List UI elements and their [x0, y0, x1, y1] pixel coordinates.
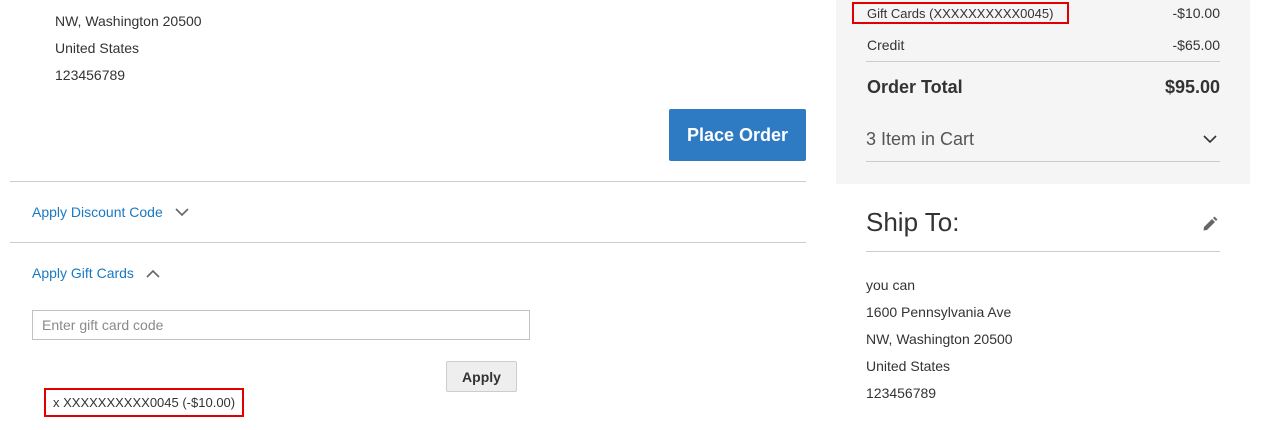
- summary-credit-value: -$65.00: [1172, 37, 1220, 53]
- ship-to-address-line: 1600 Pennsylvania Ave: [866, 304, 1012, 320]
- divider: [866, 251, 1220, 252]
- apply-gift-cards-label: Apply Gift Cards: [32, 265, 134, 281]
- ship-to-title: Ship To:: [866, 207, 960, 237]
- chevron-up-icon: [146, 269, 160, 278]
- apply-discount-code-label: Apply Discount Code: [32, 204, 163, 220]
- summary-gift-cards-label: Gift Cards (XXXXXXXXXX0045): [867, 5, 1054, 21]
- divider: [866, 161, 1220, 162]
- billing-address-line: NW, Washington 20500: [55, 13, 202, 29]
- edit-pencil-icon[interactable]: [1201, 215, 1219, 233]
- items-in-cart-toggle[interactable]: 3 Item in Cart: [866, 126, 1220, 152]
- ship-to-address-line: NW, Washington 20500: [866, 331, 1013, 347]
- applied-gift-card: x XXXXXXXXXX0045 (-$10.00): [44, 388, 244, 417]
- chevron-down-icon: [1203, 134, 1217, 143]
- ship-to-address-line: United States: [866, 358, 951, 374]
- chevron-down-icon: [175, 207, 189, 216]
- apply-gift-cards-toggle[interactable]: Apply Gift Cards: [32, 263, 160, 283]
- place-order-button[interactable]: Place Order: [669, 109, 806, 161]
- summary-credit-label: Credit: [867, 37, 905, 53]
- gift-card-code-input[interactable]: [32, 310, 530, 340]
- divider: [866, 61, 1220, 62]
- summary-gift-cards-highlight: Gift Cards (XXXXXXXXXX0045): [852, 2, 1069, 24]
- ship-to-address-line: you can: [866, 277, 916, 293]
- divider: [10, 242, 806, 243]
- ship-to-address-line: 123456789: [866, 385, 937, 401]
- billing-address-line: 123456789: [55, 67, 126, 83]
- divider: [10, 181, 806, 182]
- billing-address-line: United States: [55, 40, 140, 56]
- order-total-label: Order Total: [867, 77, 963, 97]
- applied-gift-card-text: x XXXXXXXXXX0045 (-$10.00): [53, 395, 236, 410]
- order-total-value: $95.00: [1164, 77, 1220, 97]
- apply-discount-code-toggle[interactable]: Apply Discount Code: [32, 202, 189, 222]
- items-in-cart-label: 3 Item in Cart: [866, 128, 975, 149]
- apply-gift-card-button[interactable]: Apply: [446, 361, 517, 392]
- summary-gift-cards-value: -$10.00: [1172, 5, 1220, 21]
